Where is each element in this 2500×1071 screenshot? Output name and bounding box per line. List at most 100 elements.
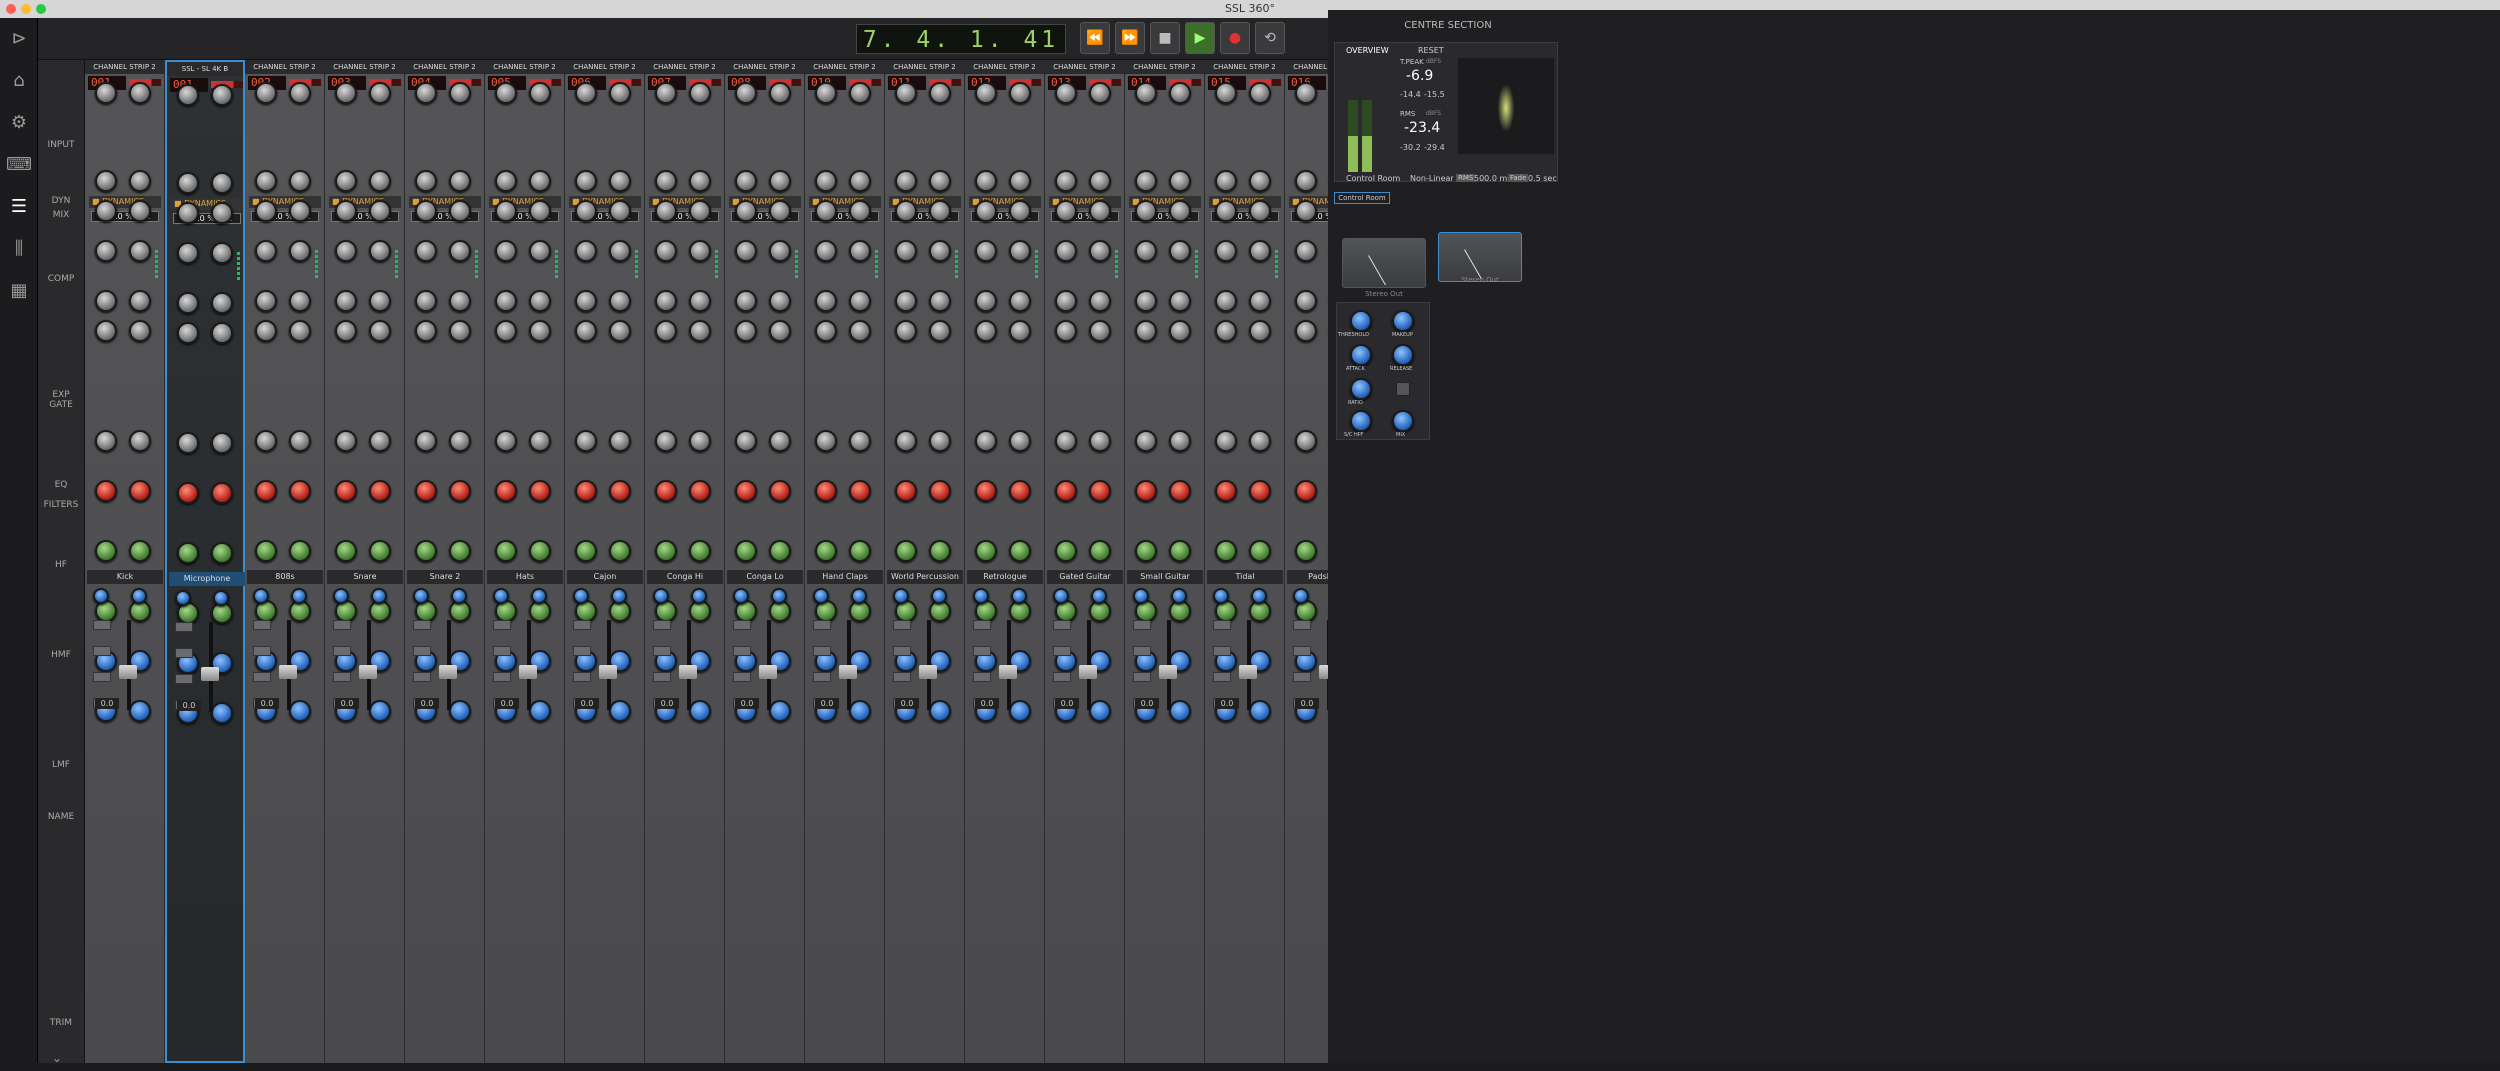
lmf-freq-knob[interactable]	[1089, 700, 1111, 722]
input-gain-knob[interactable]	[529, 82, 551, 104]
trim-value[interactable]: 0.0	[975, 698, 999, 709]
strip-header[interactable]: CHANNEL STRIP 2	[245, 60, 324, 74]
gate-range-knob[interactable]	[289, 290, 311, 312]
hf-gain-knob[interactable]	[95, 480, 117, 502]
hf-gain-knob[interactable]	[895, 480, 917, 502]
gate-range-knob[interactable]	[769, 290, 791, 312]
hpf-knob[interactable]	[1169, 430, 1191, 452]
solo-button[interactable]	[1293, 620, 1311, 630]
cut-button[interactable]	[1053, 646, 1071, 656]
hf-gain-knob[interactable]	[849, 480, 871, 502]
trim-value[interactable]: 0.0	[575, 698, 599, 709]
hf-gain-knob[interactable]	[655, 480, 677, 502]
channel-strip[interactable]: CHANNEL STRIP 2013■ DYNAMICS100.0 % MIXG…	[1045, 60, 1125, 1063]
hpf-knob[interactable]	[1215, 430, 1237, 452]
mixer-icon[interactable]: ☰	[6, 194, 32, 220]
hf-gain-knob[interactable]	[1215, 480, 1237, 502]
pan-knob[interactable]	[1091, 588, 1107, 604]
comp-threshold-knob[interactable]	[369, 200, 391, 222]
channel-strip[interactable]: CHANNEL STRIP 2012■ DYNAMICS100.0 % MIXR…	[965, 60, 1045, 1063]
track-name[interactable]: 808s	[247, 570, 323, 584]
strip-header[interactable]: CHANNEL STRIP 2	[885, 60, 964, 74]
comp-release-knob[interactable]	[929, 240, 951, 262]
comp-ratio-knob[interactable]	[211, 172, 233, 194]
hf-gain-knob[interactable]	[415, 480, 437, 502]
track-name[interactable]: Small Guitar	[1127, 570, 1203, 584]
trim-value[interactable]: 0.0	[495, 698, 519, 709]
comp-ratio-knob[interactable]	[415, 170, 437, 192]
input-gain-knob[interactable]	[449, 82, 471, 104]
hf-gain-knob[interactable]	[177, 482, 199, 504]
comp-release-knob[interactable]	[415, 240, 437, 262]
pan-knob[interactable]	[1171, 588, 1187, 604]
trim-value[interactable]: 0.0	[1215, 698, 1239, 709]
hpf-knob[interactable]	[1135, 430, 1157, 452]
comp-release-knob[interactable]	[255, 240, 277, 262]
comp-threshold-knob[interactable]	[255, 200, 277, 222]
solo-safe-button[interactable]	[253, 672, 271, 682]
trim-value[interactable]: 0.0	[655, 698, 679, 709]
comp-threshold-knob[interactable]	[689, 200, 711, 222]
gate-threshold-knob[interactable]	[1215, 320, 1237, 342]
lmf-freq-knob[interactable]	[529, 700, 551, 722]
gate-range-knob[interactable]	[1055, 290, 1077, 312]
width-knob[interactable]	[413, 588, 429, 604]
lmf-freq-knob[interactable]	[849, 700, 871, 722]
comp-threshold-knob[interactable]	[609, 200, 631, 222]
comp-release-knob[interactable]	[289, 240, 311, 262]
hpf-knob[interactable]	[1055, 430, 1077, 452]
solo-safe-button[interactable]	[573, 672, 591, 682]
fade-button[interactable]: Fade	[1508, 174, 1529, 182]
comp-threshold-knob[interactable]	[815, 200, 837, 222]
hpf-knob[interactable]	[975, 430, 997, 452]
comp-release-knob[interactable]	[1009, 240, 1031, 262]
comp-release-knob[interactable]	[975, 240, 997, 262]
settings-icon[interactable]: ⚙	[6, 110, 32, 136]
hf-gain-knob[interactable]	[289, 480, 311, 502]
gate-range-knob[interactable]	[1089, 290, 1111, 312]
hmf-gain-knob[interactable]	[575, 540, 597, 562]
comp-threshold-knob[interactable]	[211, 202, 233, 224]
gate-range-knob[interactable]	[95, 290, 117, 312]
hpf-knob[interactable]	[335, 430, 357, 452]
hmf-gain-knob[interactable]	[1135, 540, 1157, 562]
track-name[interactable]: Snare	[327, 570, 403, 584]
nonlinear-label[interactable]: Non-Linear	[1410, 174, 1454, 183]
input-gain-knob[interactable]	[211, 84, 233, 106]
comp-ratio-knob[interactable]	[975, 170, 997, 192]
hf-gain-knob[interactable]	[769, 480, 791, 502]
hf-gain-knob[interactable]	[735, 480, 757, 502]
input-gain-knob[interactable]	[289, 82, 311, 104]
hpf-knob[interactable]	[895, 430, 917, 452]
comp-threshold-knob[interactable]	[529, 200, 551, 222]
lmf-freq-knob[interactable]	[369, 700, 391, 722]
input-gain-knob[interactable]	[849, 82, 871, 104]
minimize-window-icon[interactable]	[21, 4, 31, 14]
hmf-gain-knob[interactable]	[449, 540, 471, 562]
input-gain-knob[interactable]	[1215, 82, 1237, 104]
gate-range-knob[interactable]	[177, 292, 199, 314]
hpf-knob[interactable]	[495, 430, 517, 452]
solo-button[interactable]	[493, 620, 511, 630]
comp-threshold-knob[interactable]	[769, 200, 791, 222]
gate-threshold-knob[interactable]	[1009, 320, 1031, 342]
comp-release-knob[interactable]	[815, 240, 837, 262]
pan-knob[interactable]	[213, 590, 229, 606]
track-name[interactable]: Tidal	[1207, 570, 1283, 584]
strip-header[interactable]: CHANNEL STRIP 2	[85, 60, 164, 74]
comp-release-knob[interactable]	[689, 240, 711, 262]
input-gain-knob[interactable]	[1009, 82, 1031, 104]
cut-button[interactable]	[253, 646, 271, 656]
hmf-gain-knob[interactable]	[255, 540, 277, 562]
trim-value[interactable]: 0.0	[415, 698, 439, 709]
solo-safe-button[interactable]	[93, 672, 111, 682]
gate-threshold-knob[interactable]	[929, 320, 951, 342]
cut-button[interactable]	[413, 646, 431, 656]
gate-threshold-knob[interactable]	[177, 322, 199, 344]
hpf-knob[interactable]	[1089, 430, 1111, 452]
gate-range-knob[interactable]	[529, 290, 551, 312]
strip-header[interactable]: CHANNEL STRIP 2	[1045, 60, 1124, 74]
input-gain-knob[interactable]	[369, 82, 391, 104]
channel-strip[interactable]: CHANNEL STRIP 2014■ DYNAMICS100.0 % MIXS…	[1125, 60, 1205, 1063]
home-icon[interactable]: ⌂	[6, 68, 32, 94]
